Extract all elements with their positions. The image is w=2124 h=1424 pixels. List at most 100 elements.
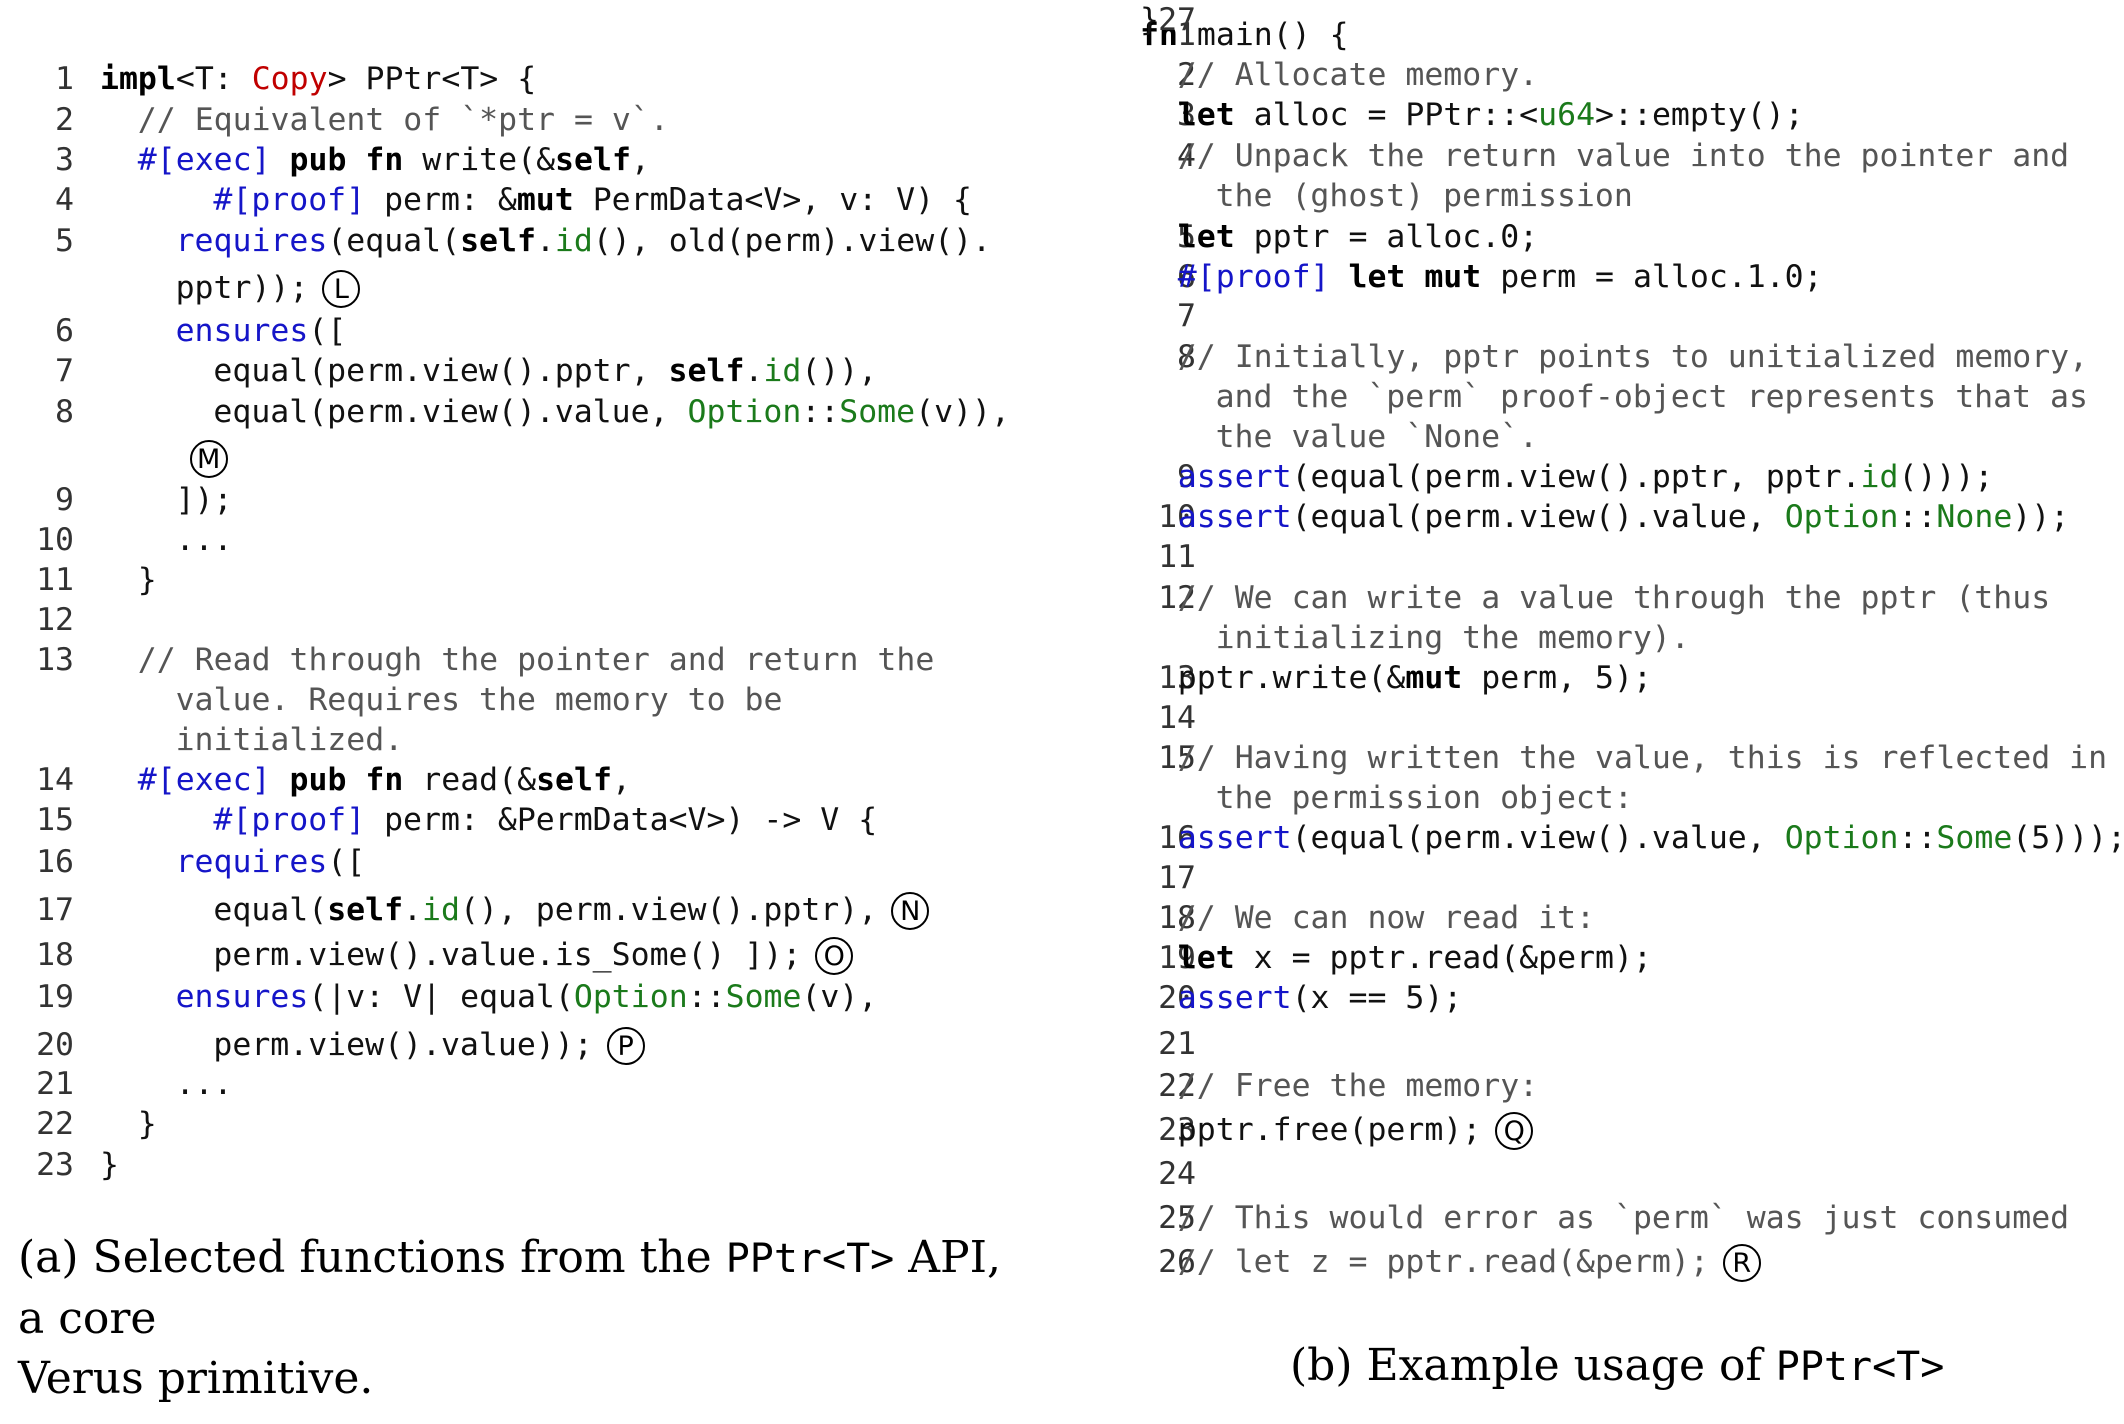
code-token: :: [1898, 820, 1937, 856]
code-line: 10 assert(equal(perm.view().value, Option… [1060, 497, 2100, 537]
caption-a: (a) Selected functions from the PPtr<T> … [18, 1228, 1028, 1409]
code-text: let alloc = PPtr::<u64>::empty(); [1178, 95, 1804, 135]
code-token: let [1177, 940, 1235, 976]
code-text: #[proof] perm: &PermData<V>) -> V { [213, 800, 877, 840]
code-text: ... [176, 1064, 233, 1104]
code-token: Some [1936, 820, 2013, 856]
code-token: :: [1898, 499, 1937, 535]
line-number: 13 [36, 642, 74, 678]
code-token: . [403, 892, 423, 928]
caption-b: (b) Example usage of PPtr<T> [1290, 1336, 2090, 1397]
code-token: Option [1784, 499, 1899, 535]
code-text: } [100, 1145, 119, 1185]
code-token: #[exec] [137, 762, 271, 798]
code-token: x = pptr.read(&perm); [1234, 940, 1652, 976]
line-number: 2 [55, 102, 74, 138]
code-token: the permission object: [1215, 780, 1633, 816]
code-text: // Unpack the return value into the poin… [1178, 136, 2069, 176]
code-line: 18// We can now read it: [1060, 898, 2100, 938]
code-token: write(& [403, 142, 556, 178]
code-text: assert(equal(perm.view().value, Option::… [1178, 818, 2124, 858]
line-number: 5 [55, 223, 74, 259]
code-token: // We can write a value through the pptr… [1177, 580, 2051, 616]
code-token: pptr = alloc.0; [1234, 219, 1539, 255]
code-text: initialized. [176, 720, 404, 760]
code-text: ... [176, 520, 233, 560]
code-line: 15// Having written the value, this is r… [1060, 738, 2107, 778]
code-token: pub fn [289, 142, 404, 178]
code-token: initializing the memory). [1215, 620, 1690, 656]
code-token: Some [839, 394, 916, 430]
code-token: pptr.write(& [1177, 660, 1406, 696]
code-line: 9]); [0, 480, 1040, 520]
code-text: the value `None`. [1216, 417, 1538, 457]
line-number: 7 [1177, 298, 1196, 334]
code-token: ())); [1898, 459, 1994, 495]
line-number: 11 [36, 562, 74, 598]
code-text: // let z = pptr.read(&perm); R [1178, 1242, 1761, 1282]
code-line: 4 #[proof] perm: &mut PermData<V>, v: V) … [0, 180, 1040, 220]
code-text: assert(equal(perm.view().value, Option::… [1178, 497, 2069, 537]
code-token: // Read through the pointer and return t… [137, 642, 935, 678]
code-token: self [668, 353, 745, 389]
code-text: } [1140, 0, 1159, 40]
code-text: initializing the memory). [1216, 618, 1690, 658]
code-token: perm: & [365, 182, 517, 218]
code-line: the permission object: [1060, 778, 2100, 818]
code-line: the (ghost) permission [1060, 176, 2100, 216]
code-text: // Having written the value, this is ref… [1178, 738, 2107, 778]
code-token: u64 [1538, 97, 1596, 133]
code-token: ]); [175, 482, 233, 518]
code-token: // Unpack the return value into the poin… [1177, 138, 2070, 174]
code-token: // We can now read it: [1177, 900, 1596, 936]
code-token: impl [100, 61, 176, 97]
code-token: // Having written the value, this is ref… [1177, 740, 2108, 776]
line-number: 10 [36, 522, 74, 558]
code-token: #[proof] [213, 182, 366, 218]
line-number: 17 [1158, 860, 1196, 896]
code-text: requires([ [176, 842, 366, 882]
code-line: 22// Free the memory: [1060, 1066, 2100, 1106]
code-line: 2 // Equivalent of `*ptr = v`. [0, 100, 1040, 140]
code-line: 6 #[proof] let mut perm = alloc.1.0; [1060, 257, 2100, 297]
code-token: mut [1405, 660, 1463, 696]
line-number: 8 [55, 394, 74, 430]
code-token: (v), [801, 979, 878, 1015]
code-line: 3 #[exec] pub fn write(&self, [0, 140, 1040, 180]
code-token: pub fn [289, 762, 404, 798]
code-text: // Equivalent of `*ptr = v`. [138, 100, 669, 140]
code-line: 22} [0, 1104, 1040, 1144]
code-line: pptr)); L [0, 268, 1040, 308]
code-token: Some [725, 979, 802, 1015]
code-token: , [611, 762, 631, 798]
code-token: >::empty(); [1595, 97, 1804, 133]
code-text: #[exec] pub fn read(&self, [138, 760, 631, 800]
code-token: <T: [175, 61, 252, 97]
code-token: id [763, 353, 802, 389]
code-line: 8// Initially, pptr points to unitialize… [1060, 337, 2100, 377]
code-token: ([ [327, 844, 366, 880]
code-line: 21... [0, 1064, 1040, 1104]
line-number: 16 [36, 844, 74, 880]
code-line: 23 pptr.free(perm); Q [1060, 1110, 2100, 1150]
code-token: self [555, 142, 631, 178]
code-text: // Free the memory: [1178, 1066, 1538, 1106]
code-token: ... [175, 522, 233, 558]
code-token: (x == 5); [1291, 980, 1463, 1016]
code-token: equal(perm.view().pptr, [213, 353, 669, 389]
code-line: 18 perm.view().value.is_Some() ]); O [0, 935, 1040, 975]
code-line: 4// Unpack the return value into the poi… [1060, 136, 2100, 176]
code-line: 16 assert(equal(perm.view().value, Option… [1060, 818, 2124, 858]
line-number: 1 [55, 61, 74, 97]
code-line: 27} [1060, 0, 2100, 40]
code-token: ()), [801, 353, 878, 389]
circled-marker: N [891, 892, 930, 930]
caption-a-code: PPtr<T> [725, 1236, 895, 1282]
code-line: 11} [0, 560, 1040, 600]
code-token: equal(perm.view().value, [213, 394, 688, 430]
code-token: self [536, 762, 612, 798]
code-token: ensures [175, 313, 309, 349]
code-text: M [176, 438, 228, 478]
code-token: None [1936, 499, 2013, 535]
